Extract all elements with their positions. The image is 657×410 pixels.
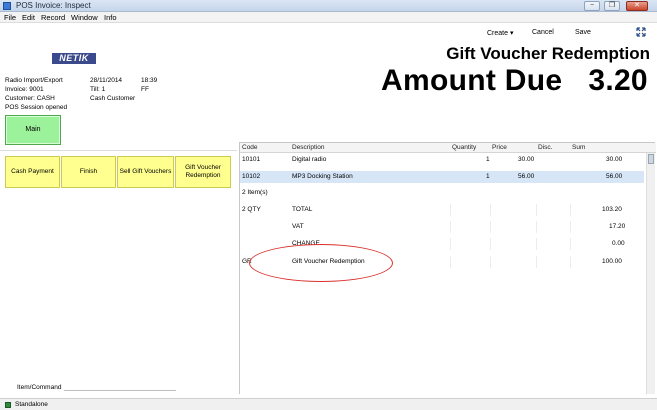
table-row[interactable]: 10101 Digital radio 1 30.00 30.00 — [240, 154, 644, 166]
station-name: Radio Import/Export — [5, 77, 63, 84]
save-button[interactable]: Save — [575, 29, 591, 36]
total-value: 103.20 — [602, 206, 622, 213]
invoice-date: 28/11/2014 — [90, 77, 123, 84]
row-quantity: 1 — [486, 173, 490, 180]
session-status: POS Session opened — [5, 104, 68, 111]
invoice-number: Invoice: 9001 — [5, 86, 44, 93]
col-description[interactable]: Description — [292, 144, 325, 151]
main-button[interactable]: Main — [5, 115, 61, 145]
item-command-label: Item/Command — [17, 384, 62, 391]
sell-gift-vouchers-label: Sell Gift Vouchers — [119, 168, 172, 175]
amount-due-value: 3.20 — [588, 64, 648, 97]
cell-divider — [490, 256, 491, 268]
till-number: Till: 1 — [90, 86, 106, 93]
cell-divider — [570, 238, 571, 250]
menu-info[interactable]: Info — [104, 13, 117, 22]
row-description: MP3 Docking Station — [292, 173, 353, 180]
cell-divider — [450, 204, 451, 216]
cell-divider — [490, 238, 491, 250]
col-sum[interactable]: Sum — [572, 144, 585, 151]
expand-icon[interactable] — [636, 27, 646, 37]
scroll-thumb[interactable] — [648, 154, 654, 164]
cell-divider — [450, 238, 451, 250]
gift-voucher-label-line2: Redemption — [185, 172, 221, 179]
amount-due: Amount Due 3.20 — [381, 64, 648, 98]
vat-row: VAT 17.20 — [240, 221, 644, 233]
annotation-oval — [249, 244, 393, 282]
grid-header: Code Description Quantity Price Disc. Su… — [240, 143, 656, 153]
status-icon — [5, 402, 11, 408]
change-value: 0.00 — [612, 240, 625, 247]
cell-divider — [536, 238, 537, 250]
cell-divider — [570, 256, 571, 268]
col-code[interactable]: Code — [242, 144, 258, 151]
total-label: TOTAL — [292, 206, 313, 213]
menu-file[interactable]: File — [4, 13, 16, 22]
customer-name: Cash Customer — [90, 95, 136, 102]
status-text: Standalone — [15, 401, 48, 408]
row-description: Digital radio — [292, 156, 327, 163]
cell-divider — [570, 221, 571, 233]
cash-payment-button[interactable]: Cash Payment — [5, 156, 60, 188]
col-price[interactable]: Price — [492, 144, 507, 151]
divider — [0, 150, 237, 151]
minimize-button[interactable]: − — [584, 1, 600, 11]
vat-label: VAT — [292, 223, 304, 230]
customer-code: Customer: CASH — [5, 95, 55, 102]
gift-voucher-label-line1: Gift Voucher — [185, 164, 221, 171]
status-bar: Standalone — [0, 398, 657, 410]
invoice-time: 18:39 — [141, 77, 158, 84]
item-count-row: 2 Item(s) — [240, 187, 644, 199]
cell-divider — [450, 256, 451, 268]
cancel-button[interactable]: Cancel — [532, 29, 554, 36]
cell-divider — [536, 204, 537, 216]
row-code: 10101 — [242, 156, 261, 163]
table-row-selected[interactable]: 10102 MP3 Docking Station 1 56.00 56.00 — [240, 171, 644, 183]
row-sum: 56.00 — [606, 173, 623, 180]
menu-edit[interactable]: Edit — [22, 13, 35, 22]
sell-gift-vouchers-button[interactable]: Sell Gift Vouchers — [117, 156, 174, 188]
finish-button[interactable]: Finish — [61, 156, 116, 188]
close-button[interactable]: ✕ — [626, 1, 648, 11]
cell-divider — [536, 256, 537, 268]
cash-payment-label: Cash Payment — [11, 168, 54, 175]
window-title: POS Invoice: Inspect — [16, 1, 91, 10]
finish-label: Finish — [79, 168, 98, 175]
cell-divider — [490, 221, 491, 233]
grid-scrollbar[interactable] — [646, 153, 655, 394]
create-button[interactable]: Create ▾ — [487, 29, 513, 37]
app-icon — [3, 2, 11, 10]
cell-divider — [450, 221, 451, 233]
col-quantity[interactable]: Quantity — [452, 144, 476, 151]
row-quantity: 1 — [486, 156, 490, 163]
menu-bar: File Edit Record Window Info — [0, 12, 657, 23]
gift-voucher-redemption-button[interactable]: Gift Voucher Redemption — [175, 156, 231, 188]
menu-window[interactable]: Window — [71, 13, 98, 22]
operator-code: FF — [141, 86, 149, 93]
restore-button[interactable]: ❐ — [604, 1, 620, 11]
menu-record[interactable]: Record — [41, 13, 65, 22]
col-disc[interactable]: Disc. — [538, 144, 552, 151]
total-qty: 2 QTY — [242, 206, 261, 213]
title-bar: POS Invoice: Inspect − ❐ ✕ — [0, 0, 657, 12]
gift-value: 100.00 — [602, 258, 622, 265]
total-row: 2 QTY TOTAL 103.20 — [240, 204, 644, 216]
item-command-input[interactable] — [64, 390, 176, 391]
cell-divider — [490, 204, 491, 216]
page-heading: Gift Voucher Redemption — [446, 44, 650, 63]
vat-value: 17.20 — [609, 223, 626, 230]
row-price: 30.00 — [518, 156, 535, 163]
cell-divider — [570, 204, 571, 216]
row-price: 56.00 — [518, 173, 535, 180]
row-sum: 30.00 — [606, 156, 623, 163]
company-logo: NETIK — [52, 53, 96, 64]
amount-due-label: Amount Due — [381, 64, 563, 97]
row-code: 10102 — [242, 173, 261, 180]
cell-divider — [536, 221, 537, 233]
item-count: 2 Item(s) — [242, 189, 268, 196]
